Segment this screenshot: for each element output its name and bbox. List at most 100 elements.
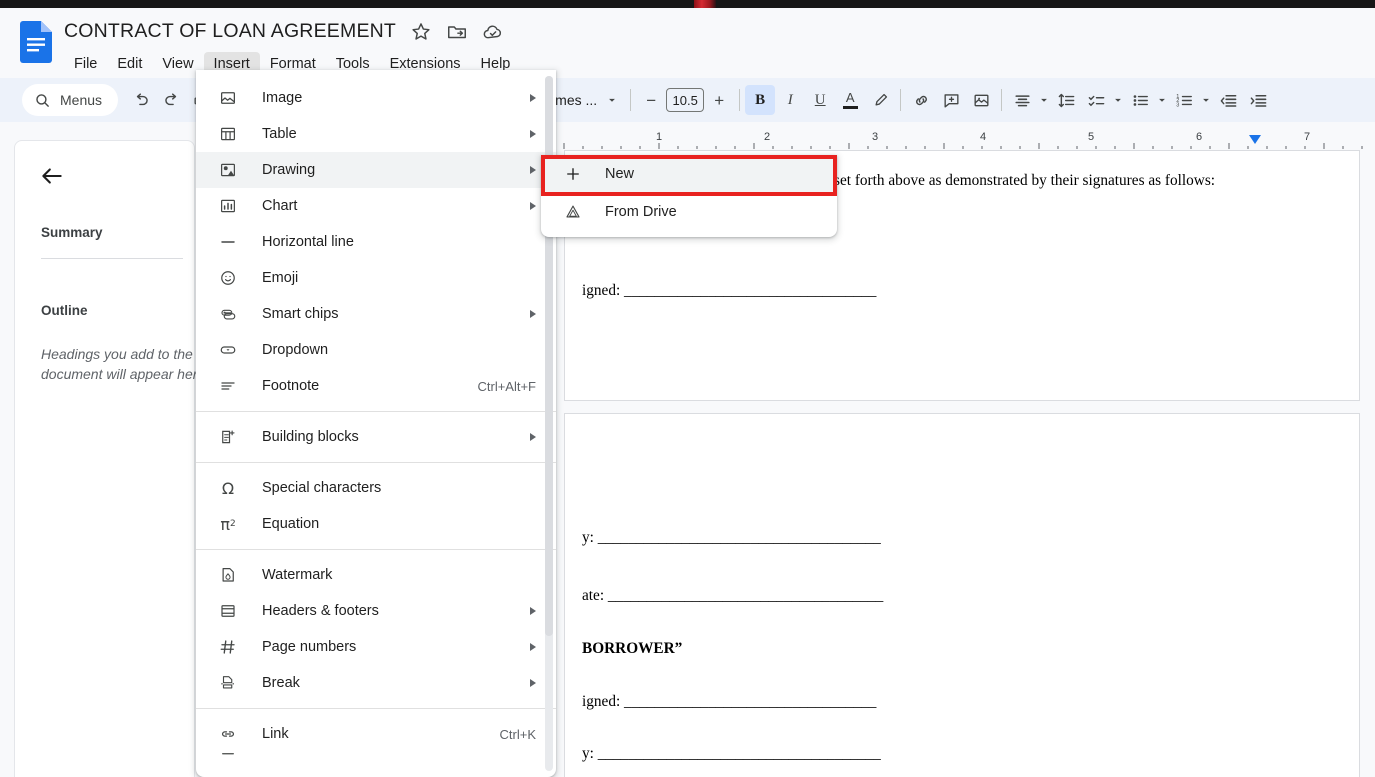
- toolbar-divider: [739, 89, 741, 111]
- drawing-icon: [218, 160, 238, 180]
- line-spacing-icon: [1058, 93, 1075, 107]
- menu-item-table[interactable]: Table: [196, 116, 556, 152]
- menu-item-label: Chart: [262, 198, 298, 214]
- drawing-submenu[interactable]: New From Drive: [541, 155, 837, 237]
- text-color-icon: A: [842, 91, 858, 109]
- menu-item-label: Emoji: [262, 270, 299, 286]
- align-button[interactable]: [1007, 85, 1037, 115]
- menu-item-partial[interactable]: [196, 752, 556, 766]
- menu-item-emoji[interactable]: Emoji: [196, 260, 556, 296]
- svg-text:5: 5: [1088, 131, 1094, 143]
- menu-item-link[interactable]: Link Ctrl+K: [196, 716, 556, 752]
- add-comment-button[interactable]: [936, 85, 966, 115]
- submenu-item-new[interactable]: New: [541, 155, 837, 193]
- menu-item-chart[interactable]: Chart: [196, 188, 556, 224]
- bulleted-list-button[interactable]: [1125, 85, 1155, 115]
- decrease-indent-button[interactable]: [1213, 85, 1243, 115]
- chevron-down-icon[interactable]: [1037, 93, 1051, 107]
- checklist-button[interactable]: [1081, 85, 1111, 115]
- menu-item-drawing[interactable]: Drawing: [196, 152, 556, 188]
- google-docs-logo: [20, 21, 52, 63]
- menu-item-label: Footnote: [262, 378, 320, 394]
- doc-line: ate: ___________________________________…: [582, 587, 884, 604]
- menu-item-building-blocks[interactable]: Building blocks: [196, 419, 556, 455]
- insert-link-button[interactable]: [906, 85, 936, 115]
- chart-icon: [218, 196, 238, 216]
- undo-button[interactable]: [126, 85, 156, 115]
- comment-plus-icon: [944, 93, 959, 108]
- bold-icon: B: [755, 91, 766, 108]
- menu-item-equation[interactable]: π2 Equation: [196, 506, 556, 542]
- underline-button[interactable]: U: [805, 85, 835, 115]
- font-size-input[interactable]: 10.5: [666, 88, 705, 112]
- insert-dropdown-menu[interactable]: Image Table Drawing Chart Horizontal lin…: [196, 70, 556, 777]
- menu-divider: [196, 462, 556, 463]
- cloud-saved-icon[interactable]: [482, 21, 504, 43]
- doc-line: y: _____________________________________: [582, 529, 881, 546]
- bulleted-list-icon: [1133, 94, 1148, 106]
- menu-item-headers-footers[interactable]: Headers & footers: [196, 593, 556, 629]
- page-numbers-icon: [218, 637, 238, 657]
- menu-file[interactable]: File: [64, 52, 107, 76]
- menu-item-special-characters[interactable]: Ω Special characters: [196, 470, 556, 506]
- toolbar-divider: [900, 89, 902, 111]
- browser-chrome-strip: [0, 0, 1375, 8]
- redo-button[interactable]: [156, 85, 186, 115]
- checklist-control[interactable]: [1081, 85, 1125, 115]
- chevron-down-icon[interactable]: [1199, 93, 1213, 107]
- horizontal-ruler[interactable]: 1 2 3 4 5 6 7: [556, 128, 1375, 150]
- menu-item-label: Break: [262, 675, 300, 691]
- menu-item-watermark[interactable]: Watermark: [196, 557, 556, 593]
- menu-item-label: Page numbers: [262, 639, 357, 655]
- menu-item-image[interactable]: Image: [196, 80, 556, 116]
- drive-icon: [563, 202, 583, 222]
- menu-item-smart-chips[interactable]: Smart chips: [196, 296, 556, 332]
- menu-item-break[interactable]: Break: [196, 665, 556, 701]
- checklist-icon: [1088, 95, 1105, 106]
- text-color-button[interactable]: A: [835, 85, 865, 115]
- menus-search-button[interactable]: Menus: [22, 84, 119, 116]
- star-icon[interactable]: [410, 21, 432, 43]
- align-control[interactable]: [1007, 85, 1051, 115]
- submenu-item-from-drive[interactable]: From Drive: [541, 193, 837, 231]
- image-icon: [974, 94, 989, 106]
- svg-text:3: 3: [872, 131, 878, 143]
- toolbar-divider: [630, 89, 632, 111]
- line-spacing-button[interactable]: [1051, 85, 1081, 115]
- bulleted-list-control[interactable]: [1125, 85, 1169, 115]
- menu-item-footnote[interactable]: Footnote Ctrl+Alt+F: [196, 368, 556, 404]
- menu-item-page-numbers[interactable]: Page numbers: [196, 629, 556, 665]
- numbered-list-control[interactable]: 1 2 3: [1169, 85, 1213, 115]
- increase-font-size-button[interactable]: +: [704, 85, 734, 115]
- doc-line: igned: _________________________________: [582, 282, 877, 299]
- page-title[interactable]: CONTRACT OF LOAN AGREEMENT: [64, 20, 396, 43]
- table-icon: [218, 124, 238, 144]
- document-page-2[interactable]: y: _____________________________________…: [564, 413, 1360, 777]
- menu-item-label: Equation: [262, 516, 320, 532]
- menu-item-horizontal-line[interactable]: Horizontal line: [196, 224, 556, 260]
- outline-heading: Outline: [41, 303, 88, 318]
- menu-item-dropdown[interactable]: Dropdown: [196, 332, 556, 368]
- decrease-font-size-button[interactable]: −: [636, 85, 666, 115]
- increase-indent-button[interactable]: [1243, 85, 1273, 115]
- link-icon: [915, 95, 927, 105]
- numbered-list-button[interactable]: 1 2 3: [1169, 85, 1199, 115]
- submenu-arrow-icon: [530, 130, 536, 138]
- svg-text:6: 6: [1196, 131, 1202, 143]
- chevron-down-icon[interactable]: [1111, 93, 1125, 107]
- chevron-down-icon[interactable]: [1155, 93, 1169, 107]
- insert-image-button[interactable]: [966, 85, 996, 115]
- submenu-arrow-icon: [530, 607, 536, 615]
- submenu-arrow-icon: [530, 166, 536, 174]
- highlight-color-button[interactable]: [865, 85, 895, 115]
- redo-icon: [164, 92, 176, 105]
- submenu-item-label: New: [605, 166, 635, 182]
- bold-button[interactable]: B: [745, 85, 776, 115]
- browser-tab-accent: [694, 0, 716, 8]
- submenu-item-label: From Drive: [605, 204, 677, 220]
- italic-button[interactable]: I: [775, 85, 805, 115]
- move-to-folder-icon[interactable]: [446, 21, 468, 43]
- menu-edit[interactable]: Edit: [107, 52, 152, 76]
- italic-icon: I: [787, 91, 793, 108]
- back-arrow-icon[interactable]: [39, 163, 65, 189]
